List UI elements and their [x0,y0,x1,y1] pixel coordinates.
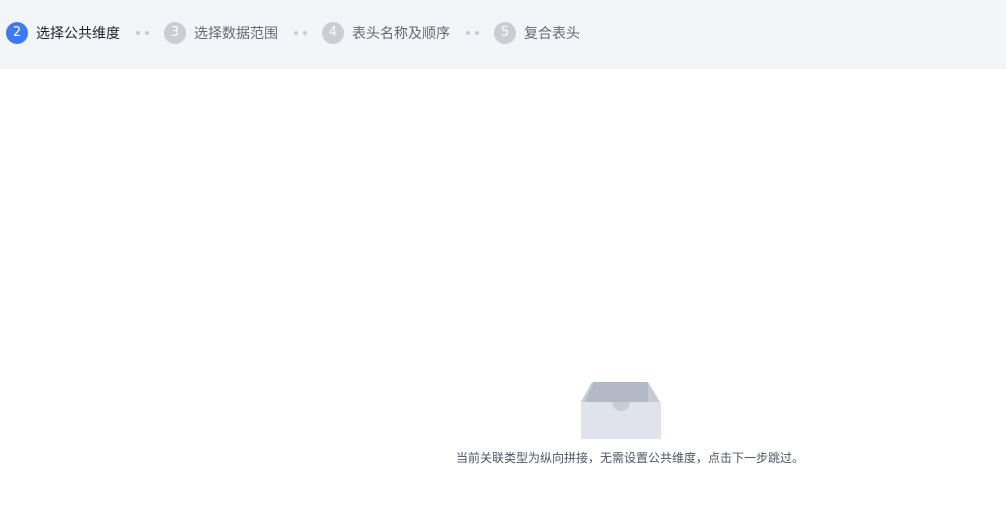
step-number: 3 [164,22,186,44]
empty-state-message: 当前关联类型为纵向拼接，无需设置公共维度，点击下一步跳过。 [455,451,804,465]
step-label: 选择公共维度 [36,26,120,42]
step-separator [136,31,150,35]
step-label: 选择数据范围 [194,26,278,42]
step-bar: 2 选择公共维度 3 选择数据范围 4 表头名称及顺序 5 复合表头 [0,0,1006,69]
step-label: 表头名称及顺序 [352,26,450,42]
step-5[interactable]: 5 复合表头 [494,22,580,44]
step-separator [466,31,480,35]
step-3[interactable]: 3 选择数据范围 [164,22,278,44]
step-number: 5 [494,22,516,44]
empty-box-icon [580,381,662,441]
step-number: 4 [322,22,344,44]
step-separator [294,31,308,35]
step-2[interactable]: 2 选择公共维度 [6,22,120,44]
step-number: 2 [6,22,28,44]
step-4[interactable]: 4 表头名称及顺序 [322,22,450,44]
step-label: 复合表头 [524,26,580,42]
